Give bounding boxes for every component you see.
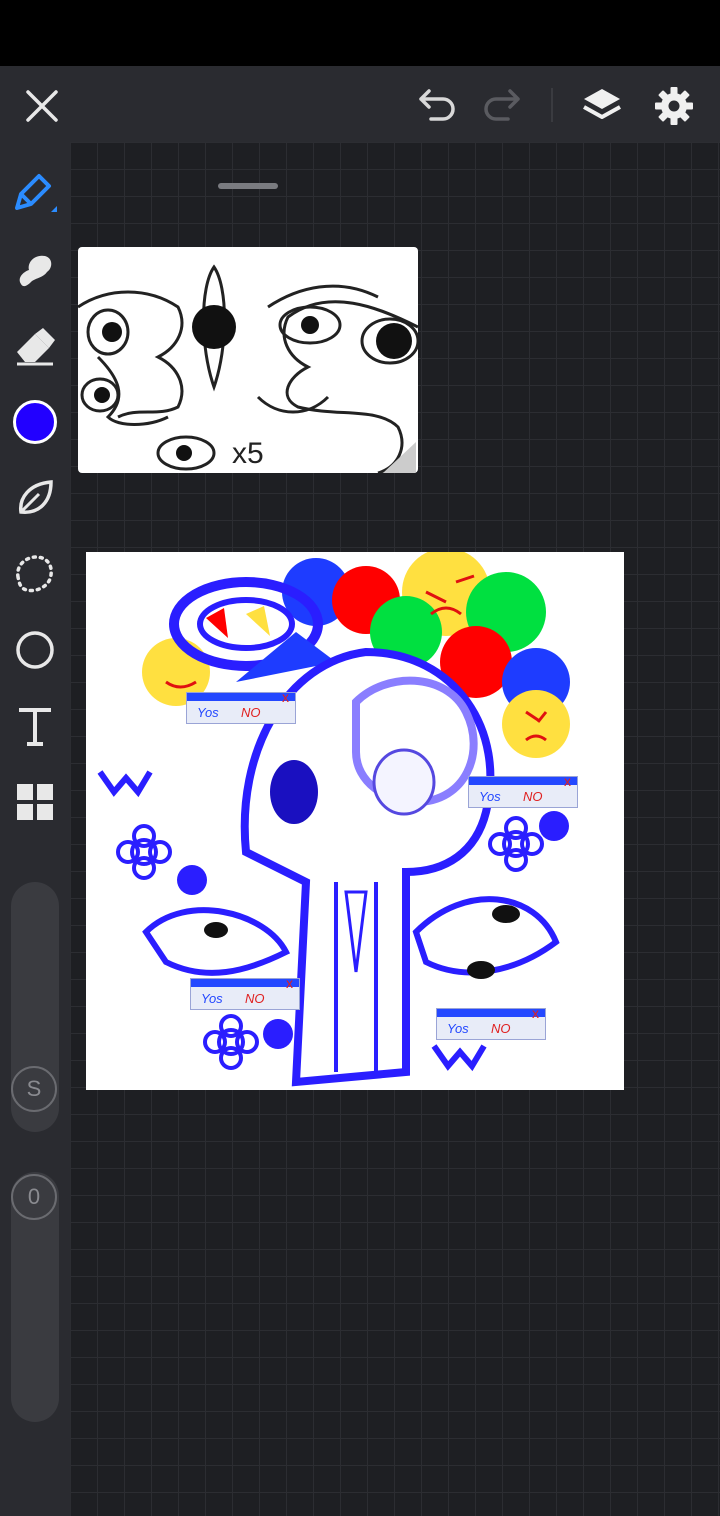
dialog-title-bar [187, 693, 295, 701]
status-bar [0, 0, 720, 66]
dialog-box: x Yos NO [436, 1005, 546, 1040]
top-toolbar [0, 66, 720, 142]
smudge-tool[interactable] [11, 246, 59, 294]
dialog-yes: Yos [447, 1021, 469, 1036]
lasso-tool[interactable] [11, 550, 59, 598]
dialog-no: NO [241, 705, 261, 720]
circle-icon [16, 631, 54, 669]
size-slider[interactable]: S [11, 882, 59, 1132]
dialog-title-bar [191, 979, 299, 987]
reference-image[interactable]: x5 [78, 247, 418, 473]
eraser-icon [17, 328, 55, 366]
pen-tool[interactable] [11, 168, 59, 216]
dialog-yes: Yos [201, 991, 223, 1006]
redo-icon[interactable] [480, 84, 524, 128]
toolbar-separator [551, 88, 553, 122]
grid-icon [17, 784, 53, 820]
text-tool[interactable] [11, 702, 59, 750]
dialog-box: x Yos NO [190, 975, 300, 1010]
dialog-box: x Yos NO [468, 773, 578, 808]
dialog-yes: Yos [197, 705, 219, 720]
dialog-close: x [282, 689, 289, 705]
artwork-canvas[interactable]: x Yos NO x Yos NO x Yos NO x Yos NO [86, 552, 624, 1090]
dialog-title-bar [437, 1009, 545, 1017]
layers-icon[interactable] [580, 84, 624, 128]
color-swatch [13, 400, 57, 444]
dialog-close: x [532, 1005, 539, 1021]
dialog-title-bar [469, 777, 577, 785]
size-slider-handle[interactable]: S [11, 1066, 57, 1112]
pen-icon [15, 174, 57, 212]
shape-tool[interactable] [11, 626, 59, 674]
leaf-icon [19, 480, 53, 514]
text-icon [19, 708, 51, 746]
smudge-icon [19, 255, 52, 287]
color-tool[interactable] [11, 398, 59, 446]
lasso-icon [16, 555, 53, 593]
left-toolbar: S 0 [0, 142, 70, 1516]
dialog-box: x Yos NO [186, 689, 296, 724]
opacity-slider[interactable]: 0 [11, 1172, 59, 1422]
dialog-no: NO [245, 991, 265, 1006]
reference-sketch: x5 [78, 264, 418, 473]
fill-tool[interactable] [11, 474, 59, 522]
drag-handle[interactable] [218, 183, 278, 189]
more-tool[interactable] [11, 778, 59, 826]
dialog-close: x [286, 975, 293, 991]
dialog-close: x [564, 773, 571, 789]
dialog-yes: Yos [479, 789, 501, 804]
close-icon[interactable] [20, 84, 64, 128]
reference-caption: x5 [232, 437, 264, 470]
undo-icon[interactable] [415, 84, 459, 128]
canvas-area[interactable]: x5 x Yos NO x Yos NO x Yos NO x Yos NO [70, 142, 720, 1516]
dialog-no: NO [523, 789, 543, 804]
opacity-slider-handle[interactable]: 0 [11, 1174, 57, 1220]
gear-icon[interactable] [652, 84, 696, 128]
dialog-no: NO [491, 1021, 511, 1036]
eraser-tool[interactable] [11, 322, 59, 370]
